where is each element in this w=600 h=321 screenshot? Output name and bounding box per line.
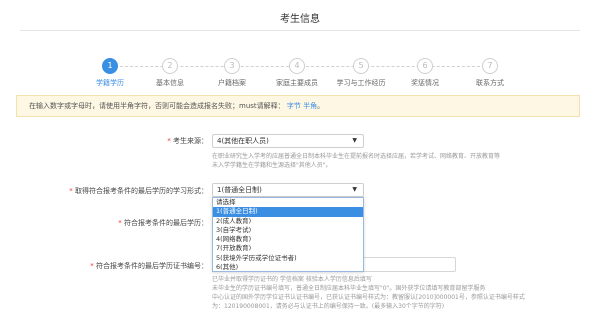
certificate-hint: 已毕业并取得学历证书的 学信档案 核验本人学历信息后填写 未毕业生的学历证书编号… — [212, 275, 588, 311]
step-number: 3 — [224, 58, 240, 74]
dropdown-option[interactable]: 2(成人教育) — [213, 217, 363, 226]
step-household[interactable]: 3 户籍档案 — [197, 58, 267, 88]
step-number: 4 — [289, 58, 305, 74]
last-degree-label: * 符合报考条件的最后学历： — [118, 219, 208, 227]
chevron-down-icon: ▼ — [352, 186, 357, 193]
chevron-down-icon: ▼ — [352, 137, 357, 144]
dropdown-option[interactable]: 3(自学考试) — [213, 226, 363, 235]
step-basic-info[interactable]: 2 基本信息 — [135, 58, 205, 88]
certificate-label: * 符合报考条件的最后学历证书编号： — [90, 262, 208, 270]
certificate-hint-line1: 已毕业并取得学历证书的 学信档案 核验本人学历信息后填写 — [212, 276, 372, 283]
study-form-select[interactable]: 1(普通全日制) ▼ — [212, 183, 364, 197]
dropdown-option-selected[interactable]: 1(普通全日制) — [213, 207, 363, 217]
certificate-hint-line4: 为：120190008001，请务必与认证书上的编号保持一致。(最多输入30个字… — [212, 303, 445, 310]
study-form-label: * 取得符合报考条件的最后学历的学习形式： — [69, 187, 208, 195]
dropdown-option[interactable]: 7(开放教育) — [213, 244, 363, 253]
title-divider — [20, 30, 580, 31]
dropdown-option[interactable]: 5(获境外学历或学位证书者) — [213, 254, 363, 263]
step-label: 家庭主要成员 — [276, 79, 318, 87]
dropdown-option[interactable]: 6(其他) — [213, 263, 363, 272]
source-hint: 在职业研究生入学考的应届普通全日制本科毕业生在提前报名时选择应届，若学考试、网络… — [212, 153, 501, 169]
certificate-hint-line3: 中心认证的国外学历学位证书认证书编号，已获认证书编号样式为：教留服认[2010]… — [212, 294, 525, 301]
source-select[interactable]: 4(其他在职人员) ▼ — [212, 134, 364, 148]
step-rewards[interactable]: 6 奖惩情况 — [390, 58, 460, 88]
certificate-hint-line2: 未毕业生的学历证书编号填写，普通全日制应届本科毕业生填写"0"。国外获学位请填写… — [212, 285, 486, 292]
notice-link-halfwidth[interactable]: 半角 — [303, 102, 317, 110]
notice-end: 。 — [317, 102, 325, 110]
step-label: 联系方式 — [476, 79, 504, 87]
notice-banner: 在输入数字或字母时，请使用半角字符，否则可能会造成报名失败；must请解释： 字… — [16, 95, 580, 117]
study-form-dropdown[interactable]: 请选择 1(普通全日制) 2(成人教育) 3(自学考试) 4(网络教育) 7(开… — [212, 197, 364, 272]
page-title: 考生信息 — [280, 14, 320, 25]
step-label: 户籍档案 — [218, 79, 246, 87]
study-form-select-value: 1(普通全日制) — [217, 186, 262, 194]
step-contact[interactable]: 7 联系方式 — [455, 58, 525, 88]
step-number: 5 — [353, 58, 369, 74]
step-number: 7 — [482, 58, 498, 74]
step-number: 6 — [417, 58, 433, 74]
dropdown-option[interactable]: 请选择 — [213, 198, 363, 207]
step-label: 奖惩情况 — [411, 79, 439, 87]
step-label: 学习与工作经历 — [336, 79, 386, 87]
step-experience[interactable]: 5 学习与工作经历 — [326, 58, 396, 88]
step-label: 基本信息 — [156, 79, 184, 87]
notice-text: 在输入数字或字母时，请使用半角字符，否则可能会造成报名失败；must请解释： — [29, 102, 285, 110]
step-number: 2 — [162, 58, 178, 74]
step-family[interactable]: 4 家庭主要成员 — [262, 58, 332, 88]
source-label: * 考生来源： — [167, 137, 208, 145]
notice-link-byte[interactable]: 字节 — [287, 102, 301, 110]
step-number: 1 — [102, 58, 118, 74]
source-select-value: 4(其他在职人员) — [217, 137, 269, 145]
